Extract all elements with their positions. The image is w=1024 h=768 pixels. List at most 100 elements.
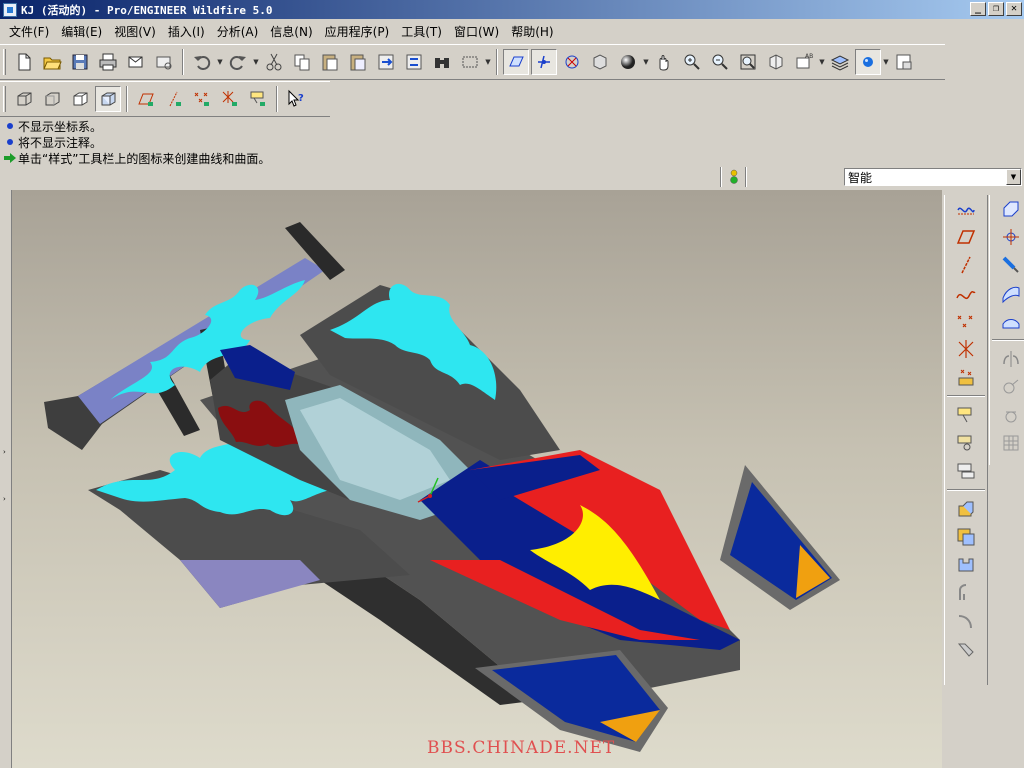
no-hidden-icon[interactable] (67, 86, 93, 112)
paste-special-icon[interactable] (345, 49, 371, 75)
menu-insert[interactable]: 插入(I) (162, 21, 211, 42)
toolbar-grip[interactable] (3, 49, 6, 75)
chamfer-tool-icon[interactable] (952, 607, 980, 635)
create-csys-icon[interactable] (952, 335, 980, 363)
point-display-icon[interactable] (189, 86, 215, 112)
layers-icon[interactable] (827, 49, 853, 75)
display-style-dropdown-icon[interactable]: ▼ (642, 49, 650, 75)
save-icon[interactable] (67, 49, 93, 75)
create-point-icon[interactable] (952, 307, 980, 335)
annotation-display-icon[interactable] (245, 86, 271, 112)
copy-icon[interactable] (289, 49, 315, 75)
menu-file[interactable]: 文件(F) (3, 21, 55, 42)
create-curve-icon[interactable] (952, 279, 980, 307)
redo-dropdown-icon[interactable]: ▼ (252, 49, 260, 75)
shading-icon[interactable] (95, 86, 121, 112)
message-area: 不显示坐标系。 将不显示注释。 单击“样式”工具栏上的图标来创建曲线和曲面。 (0, 117, 1024, 167)
select-dropdown-icon[interactable]: ▼ (484, 49, 492, 75)
menu-tools[interactable]: 工具(T) (395, 21, 448, 42)
note-icon[interactable] (952, 401, 980, 429)
chevron-down-icon[interactable]: ▼ (1006, 169, 1021, 185)
appearance-dropdown-icon[interactable]: ▼ (882, 49, 890, 75)
menu-view[interactable]: 视图(V) (108, 21, 162, 42)
undo-icon[interactable] (189, 49, 215, 75)
refit-icon[interactable] (735, 49, 761, 75)
menu-help[interactable]: 帮助(H) (505, 21, 559, 42)
new-file-icon[interactable] (11, 49, 37, 75)
revolve-tool-icon[interactable] (952, 523, 980, 551)
info-bullet-icon (7, 123, 13, 129)
send-mail-icon[interactable] (123, 49, 149, 75)
find-binoculars-icon[interactable] (429, 49, 455, 75)
open-folder-icon[interactable] (39, 49, 65, 75)
hidden-line-icon[interactable] (39, 86, 65, 112)
close-button[interactable]: ✕ (1006, 2, 1022, 16)
variable-sweep-icon[interactable] (997, 251, 1024, 279)
menu-applications[interactable]: 应用程序(P) (319, 21, 396, 42)
context-help-icon[interactable]: ? (283, 86, 309, 112)
hole-tool-icon[interactable] (952, 551, 980, 579)
mirror-tool-icon[interactable] (997, 345, 1024, 373)
regen-status-light-icon[interactable] (728, 168, 740, 186)
selection-filter-dropdown[interactable]: 智能 ▼ (844, 168, 1022, 186)
pattern-tool-icon[interactable] (997, 429, 1024, 457)
proe-app-icon[interactable] (3, 2, 17, 17)
datum-points-icon[interactable] (559, 49, 585, 75)
expand-arrow-icon[interactable]: › (3, 448, 9, 456)
menu-info[interactable]: 信息(N) (264, 21, 318, 42)
rib-tool-icon[interactable] (952, 635, 980, 663)
print-icon[interactable] (95, 49, 121, 75)
merge-tool-icon[interactable] (997, 373, 1024, 401)
regen-manager-icon[interactable] (401, 49, 427, 75)
menu-analysis[interactable]: 分析(A) (211, 21, 265, 42)
saved-views-dropdown-icon[interactable]: ▼ (818, 49, 826, 75)
zoom-out-icon[interactable] (707, 49, 733, 75)
race-car-model[interactable] (12, 190, 942, 768)
datum-planes-icon[interactable] (503, 49, 529, 75)
set-active-plane-icon[interactable] (952, 195, 980, 223)
style-feature-icon[interactable] (997, 195, 1024, 223)
axis-display-icon[interactable] (161, 86, 187, 112)
datum-axes-icon[interactable] (531, 49, 557, 75)
restore-button[interactable]: ❐ (988, 2, 1004, 16)
datum-table-icon[interactable] (952, 457, 980, 485)
mail-link-icon[interactable] (151, 49, 177, 75)
regenerate-icon[interactable] (373, 49, 399, 75)
csys-display-icon[interactable] (217, 86, 243, 112)
cut-icon[interactable] (261, 49, 287, 75)
title-bar[interactable]: KJ (活动的) - Pro/ENGINEER Wildfire 5.0 _ ❐… (0, 0, 1024, 19)
spin-center-icon[interactable] (587, 49, 613, 75)
menu-bar: 文件(F) 编辑(E) 视图(V) 插入(I) 分析(A) 信息(N) 应用程序… (0, 20, 1024, 42)
minimize-button[interactable]: _ (970, 2, 986, 16)
surface-edit-icon[interactable] (997, 307, 1024, 335)
redo-icon[interactable] (225, 49, 251, 75)
view-manager-icon[interactable] (891, 49, 917, 75)
surface-freeform-icon[interactable] (997, 279, 1024, 307)
graphics-window[interactable]: BBS.CHINADE.NET (12, 190, 942, 768)
wireframe-icon[interactable] (11, 86, 37, 112)
menu-edit[interactable]: 编辑(E) (55, 21, 108, 42)
paste-icon[interactable] (317, 49, 343, 75)
trim-tool-icon[interactable] (997, 401, 1024, 429)
menu-window[interactable]: 窗口(W) (448, 21, 505, 42)
appearance-sphere-icon[interactable] (855, 49, 881, 75)
boundary-blend-icon[interactable] (997, 223, 1024, 251)
navigator-collapse-strip[interactable]: › › (0, 190, 12, 768)
shading-sphere-icon[interactable] (615, 49, 641, 75)
toolbar-grip-2[interactable] (3, 86, 6, 112)
expand-arrow-icon[interactable]: › (3, 495, 9, 503)
create-axis-icon[interactable] (952, 251, 980, 279)
analysis-feature-icon[interactable] (952, 363, 980, 391)
saved-views-icon[interactable]: AB (791, 49, 817, 75)
zoom-in-icon[interactable] (679, 49, 705, 75)
select-box-icon[interactable] (457, 49, 483, 75)
round-tool-icon[interactable] (952, 579, 980, 607)
plane-display-icon[interactable] (133, 86, 159, 112)
create-plane-icon[interactable] (952, 223, 980, 251)
pan-hand-icon[interactable] (651, 49, 677, 75)
sketch-datum-icon[interactable] (952, 429, 980, 457)
extrude-tool-icon[interactable] (952, 495, 980, 523)
reorient-icon[interactable] (763, 49, 789, 75)
undo-dropdown-icon[interactable]: ▼ (216, 49, 224, 75)
surface-tools-panel (989, 195, 1024, 465)
